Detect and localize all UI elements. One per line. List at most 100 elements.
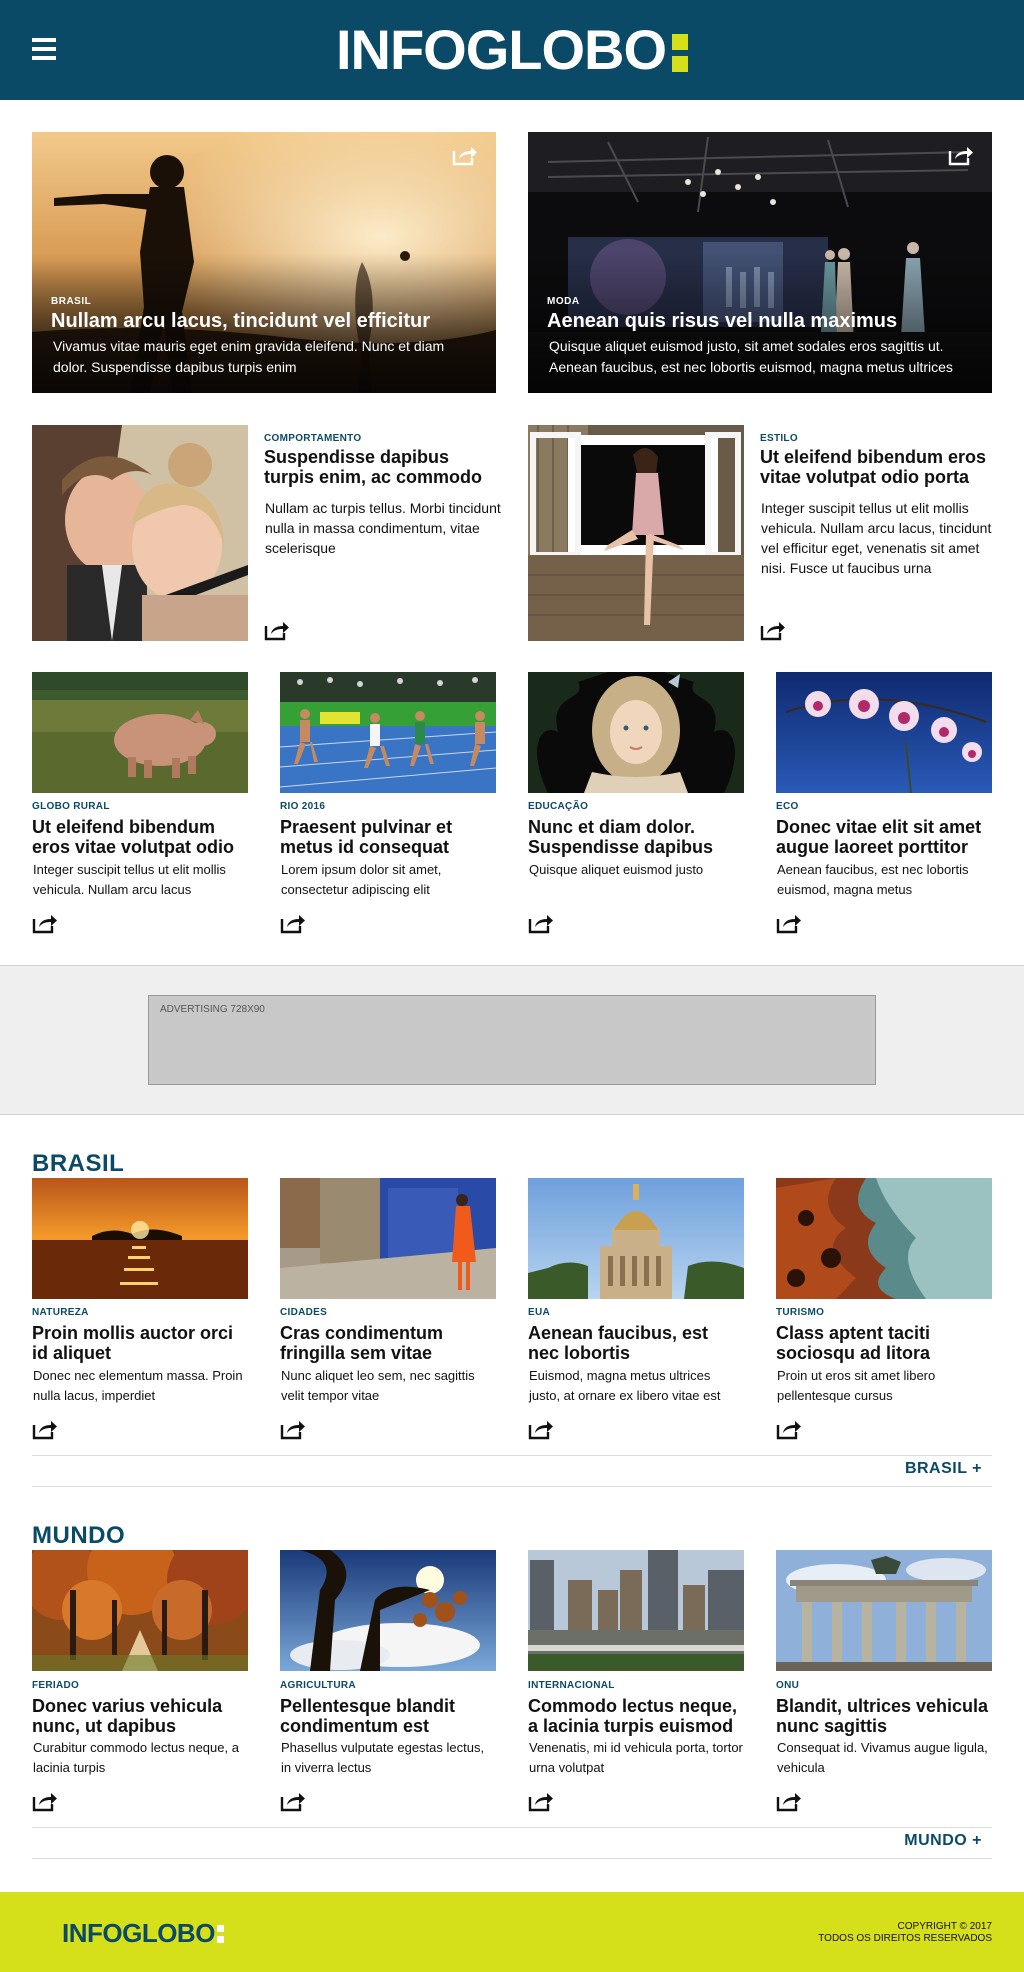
article-title[interactable]: Nunc et diam dolor. Suspendisse dapibus bbox=[528, 817, 744, 857]
article-summary: Nullam ac turpis tellus. Morbi tincidunt… bbox=[265, 500, 501, 556]
logo-dots bbox=[672, 32, 689, 72]
section-title-brasil[interactable]: BRASIL bbox=[32, 1150, 124, 1178]
article-category[interactable]: INTERNACIONAL bbox=[528, 1680, 615, 1691]
article-image-autumn-trees[interactable] bbox=[32, 1550, 248, 1671]
article-summary: Lorem ipsum dolor sit amet, consectetur … bbox=[281, 862, 442, 897]
article-title[interactable]: Donec vitae elit sit amet augue laoreet … bbox=[776, 817, 992, 857]
article-category[interactable]: AGRICULTURA bbox=[280, 1680, 356, 1691]
article-category[interactable]: GLOBO RURAL bbox=[32, 801, 110, 812]
article-image-pig[interactable] bbox=[32, 672, 248, 793]
article-summary: Consequat id. Vivamus augue ligula, vehi… bbox=[777, 1740, 988, 1775]
article-summary: Integer suscipit tellus ut elit mollis v… bbox=[33, 862, 226, 897]
share-icon[interactable] bbox=[452, 142, 478, 168]
article-title[interactable]: Aenean quis risus vel nulla maximus bbox=[547, 310, 897, 333]
article-category[interactable]: EUA bbox=[528, 1307, 550, 1318]
divider bbox=[32, 1827, 992, 1828]
article-title[interactable]: Ut eleifend bibendum eros vitae volutpat… bbox=[32, 817, 248, 857]
article-image-window-model[interactable] bbox=[528, 425, 744, 641]
share-icon[interactable] bbox=[776, 912, 802, 934]
article-title[interactable]: Class aptent taciti sociosqu ad litora bbox=[776, 1323, 992, 1363]
article-image-brandenburg-gate[interactable] bbox=[776, 1550, 992, 1671]
share-icon[interactable] bbox=[528, 1418, 554, 1440]
share-icon[interactable] bbox=[32, 1418, 58, 1440]
share-icon[interactable] bbox=[280, 912, 306, 934]
article-summary: Venenatis, mi id vehicula porta, tortor … bbox=[529, 1740, 743, 1775]
share-icon[interactable] bbox=[760, 619, 786, 641]
rights-text: TODOS OS DIREITOS RESERVADOS bbox=[818, 1933, 992, 1944]
article-summary: Nunc aliquet leo sem, nec sagittis velit… bbox=[281, 1368, 475, 1403]
share-icon[interactable] bbox=[264, 619, 290, 641]
article-title[interactable]: Aenean faucibus, est nec lobortis bbox=[528, 1323, 744, 1363]
article-category[interactable]: EDUCAÇÃO bbox=[528, 801, 588, 812]
article-category[interactable]: FERIADO bbox=[32, 1680, 79, 1691]
share-icon[interactable] bbox=[528, 1790, 554, 1812]
share-icon[interactable] bbox=[280, 1418, 306, 1440]
featured-card[interactable]: BRASIL Nullam arcu lacus, tincidunt vel … bbox=[32, 132, 496, 393]
logo-text: INFOGLOBO bbox=[335, 18, 667, 81]
article-image-orchid[interactable] bbox=[776, 672, 992, 793]
footer-copyright: COPYRIGHT © 2017 TODOS OS DIREITOS RESER… bbox=[818, 1921, 992, 1945]
site-footer: INFOGLOBO COPYRIGHT © 2017 TODOS OS DIRE… bbox=[0, 1892, 1024, 1972]
footer-logo-dots bbox=[216, 1924, 225, 1944]
article-summary: Integer suscipit tellus ut elit mollis v… bbox=[761, 500, 992, 576]
article-category[interactable]: RIO 2016 bbox=[280, 801, 325, 812]
article-category[interactable]: BRASIL bbox=[51, 296, 91, 307]
article-summary: Proin ut eros sit amet libero pellentesq… bbox=[777, 1368, 936, 1403]
article-summary: Phasellus vulputate egestas lectus, in v… bbox=[281, 1740, 485, 1775]
article-category[interactable]: CIDADES bbox=[280, 1307, 327, 1318]
article-image-track-race[interactable] bbox=[280, 672, 496, 793]
article-title[interactable]: Blandit, ultrices vehicula nunc sagittis bbox=[776, 1696, 992, 1736]
article-category[interactable]: ONU bbox=[776, 1680, 799, 1691]
advertising-band: ADVERTISING 728X90 bbox=[0, 965, 1024, 1115]
share-icon[interactable] bbox=[528, 912, 554, 934]
article-image-city-skyline[interactable] bbox=[528, 1550, 744, 1671]
article-image-sunset-lake[interactable] bbox=[32, 1178, 248, 1299]
article-image-girl[interactable] bbox=[528, 672, 744, 793]
site-header: INFOGLOBO bbox=[0, 0, 1024, 100]
article-summary: Quisque aliquet euismod justo, sit amet … bbox=[549, 338, 953, 375]
advertising-label: ADVERTISING 728X90 bbox=[160, 1004, 265, 1015]
footer-logo[interactable]: INFOGLOBO bbox=[62, 1918, 225, 1949]
mundo-more-link[interactable]: MUNDO + bbox=[904, 1832, 982, 1850]
article-image-couple[interactable] bbox=[32, 425, 248, 641]
section-title-mundo[interactable]: MUNDO bbox=[32, 1522, 125, 1550]
featured-card[interactable]: MODA Aenean quis risus vel nulla maximus… bbox=[528, 132, 992, 393]
article-category[interactable]: NATUREZA bbox=[32, 1307, 89, 1318]
article-image-tree-sky[interactable] bbox=[280, 1550, 496, 1671]
article-summary: Vivamus vitae mauris eget enim gravida e… bbox=[53, 338, 445, 375]
share-icon[interactable] bbox=[776, 1418, 802, 1440]
article-title[interactable]: Donec varius vehicula nunc, ut dapibus bbox=[32, 1696, 248, 1736]
article-summary: Quisque aliquet euismod justo bbox=[529, 862, 704, 877]
site-logo[interactable]: INFOGLOBO bbox=[0, 18, 1024, 82]
share-icon[interactable] bbox=[948, 142, 974, 168]
copyright-text: COPYRIGHT © 2017 bbox=[897, 1921, 992, 1932]
article-image-rocky-coast[interactable] bbox=[776, 1178, 992, 1299]
divider bbox=[32, 1858, 992, 1859]
article-title[interactable]: Cras condimentum fringilla sem vitae bbox=[280, 1323, 496, 1363]
share-icon[interactable] bbox=[32, 912, 58, 934]
article-title[interactable]: Nullam arcu lacus, tincidunt vel efficit… bbox=[51, 310, 430, 333]
article-title[interactable]: Ut eleifend bibendum eros vitae volutpat… bbox=[760, 447, 1000, 487]
article-image-street-orange-dress[interactable] bbox=[280, 1178, 496, 1299]
share-icon[interactable] bbox=[776, 1790, 802, 1812]
article-title[interactable]: Praesent pulvinar et metus id consequat bbox=[280, 817, 496, 857]
article-image-domed-building[interactable] bbox=[528, 1178, 744, 1299]
brasil-more-link[interactable]: BRASIL + bbox=[905, 1460, 982, 1478]
article-title[interactable]: Pellentesque blandit condimentum est bbox=[280, 1696, 496, 1736]
article-summary: Curabitur commodo lectus neque, a lacini… bbox=[33, 1740, 239, 1775]
article-category[interactable]: ESTILO bbox=[760, 433, 798, 444]
article-category[interactable]: MODA bbox=[547, 296, 580, 307]
article-summary: Aenean faucibus, est nec lobortis euismo… bbox=[777, 862, 969, 897]
advertising-banner[interactable]: ADVERTISING 728X90 bbox=[148, 995, 876, 1085]
article-category[interactable]: TURISMO bbox=[776, 1307, 824, 1318]
article-summary: Donec nec elementum massa. Proin nulla l… bbox=[33, 1368, 243, 1403]
footer-logo-text: INFOGLOBO bbox=[62, 1918, 215, 1948]
article-title[interactable]: Proin mollis auctor orci id aliquet bbox=[32, 1323, 248, 1363]
share-icon[interactable] bbox=[280, 1790, 306, 1812]
article-title[interactable]: Suspendisse dapibus turpis enim, ac comm… bbox=[264, 447, 504, 487]
divider bbox=[32, 1455, 992, 1456]
article-title[interactable]: Commodo lectus neque, a lacinia turpis e… bbox=[528, 1696, 744, 1736]
share-icon[interactable] bbox=[32, 1790, 58, 1812]
article-category[interactable]: ECO bbox=[776, 801, 799, 812]
article-category[interactable]: COMPORTAMENTO bbox=[264, 433, 361, 444]
